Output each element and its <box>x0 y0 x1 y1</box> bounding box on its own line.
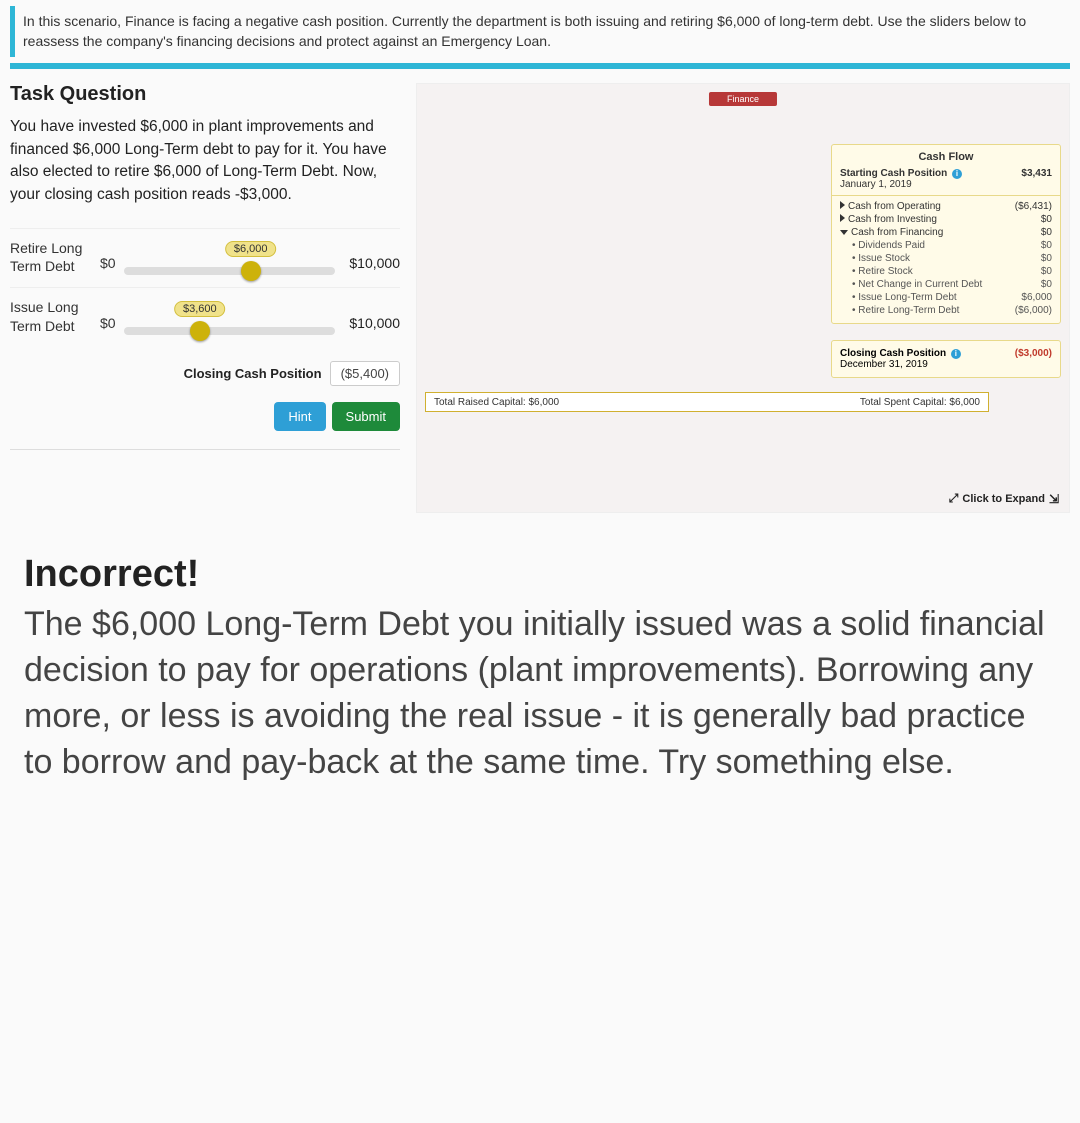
retire-max: $10,000 <box>349 255 400 275</box>
cf-sub0-v: $0 <box>1041 240 1052 251</box>
task-body: You have invested $6,000 in plant improv… <box>10 116 400 206</box>
cf-sub0-l: Dividends Paid <box>858 240 925 251</box>
issue-slider-label: Issue Long Term Debt <box>10 298 92 334</box>
cf-sub3-l: Net Change in Current Debt <box>858 279 982 290</box>
cf-sub2-v: $0 <box>1041 266 1052 277</box>
submit-button[interactable]: Submit <box>332 402 400 431</box>
cf-financing-label: Cash from Financing <box>851 227 943 238</box>
scenario-text: In this scenario, Finance is facing a ne… <box>23 12 1062 51</box>
retire-slider[interactable] <box>124 267 336 275</box>
feedback-heading: Incorrect! <box>24 553 1056 596</box>
retire-badge: $6,000 <box>225 241 277 257</box>
total-spent: Total Spent Capital: $6,000 <box>860 397 980 408</box>
close-value: ($3,000) <box>1015 348 1052 370</box>
cf-sub4-v: $6,000 <box>1021 292 1052 303</box>
scenario-banner: In this scenario, Finance is facing a ne… <box>10 6 1070 57</box>
expand-icon: ⤢ <box>949 491 959 506</box>
cf-sub4-l: Issue Long-Term Debt <box>858 292 956 303</box>
close-pos-label: Closing Cash Position <box>840 348 946 359</box>
expand-arrow-icon: ⇲ <box>1049 492 1059 506</box>
retire-slider-thumb[interactable] <box>241 261 261 281</box>
closing-cash-value: ($5,400) <box>330 361 400 386</box>
total-raised: Total Raised Capital: $6,000 <box>434 397 559 408</box>
finance-tab: Finance <box>709 92 777 106</box>
cf-sub5-v: ($6,000) <box>1015 305 1052 316</box>
retire-slider-block: Retire Long Term Debt $0 $6,000 $10,000 <box>10 228 400 287</box>
feedback-body: The $6,000 Long-Term Debt you initially … <box>24 602 1056 786</box>
expand-button[interactable]: ⤢ Click to Expand ⇲ <box>949 491 1059 506</box>
cf-sub1-l: Issue Stock <box>858 253 910 264</box>
cf-investing-value: $0 <box>1041 214 1052 225</box>
issue-max: $10,000 <box>349 315 400 335</box>
cf-financing-value: $0 <box>1041 227 1052 238</box>
divider <box>10 449 400 450</box>
start-date: January 1, 2019 <box>840 179 912 190</box>
close-date: December 31, 2019 <box>840 359 928 370</box>
issue-slider-thumb[interactable] <box>190 321 210 341</box>
cf-sub5-l: Retire Long-Term Debt <box>858 305 959 316</box>
expand-label: Click to Expand <box>962 493 1045 505</box>
issue-min: $0 <box>100 315 116 335</box>
caret-right-icon[interactable] <box>840 214 845 222</box>
cf-sub1-v: $0 <box>1041 253 1052 264</box>
issue-badge: $3,600 <box>174 301 226 317</box>
simulation-preview: Finance Cash Flow Starting Cash Position… <box>416 83 1070 513</box>
info-icon[interactable]: i <box>952 169 962 179</box>
issue-slider-block: Issue Long Term Debt $0 $3,600 $10,000 <box>10 287 400 346</box>
feedback-block: Incorrect! The $6,000 Long-Term Debt you… <box>24 553 1056 786</box>
cf-investing-label: Cash from Investing <box>848 214 937 225</box>
cash-flow-panel: Cash Flow Starting Cash Position i Janua… <box>831 144 1061 324</box>
cf-operating-label: Cash from Operating <box>848 201 941 212</box>
retire-slider-label: Retire Long Term Debt <box>10 239 92 275</box>
issue-slider[interactable] <box>124 327 336 335</box>
cash-flow-title: Cash Flow <box>840 151 1052 163</box>
cf-operating-value: ($6,431) <box>1015 201 1052 212</box>
info-icon[interactable]: i <box>951 349 961 359</box>
closing-cash-label: Closing Cash Position <box>184 366 322 381</box>
cf-sub2-l: Retire Stock <box>858 266 912 277</box>
start-value: $3,431 <box>1021 168 1052 190</box>
cf-sub3-v: $0 <box>1041 279 1052 290</box>
task-heading: Task Question <box>10 83 400 106</box>
closing-panel: Closing Cash Position i December 31, 201… <box>831 340 1061 378</box>
start-pos-label: Starting Cash Position <box>840 168 947 179</box>
caret-down-icon[interactable] <box>840 230 848 235</box>
totals-bar: Total Raised Capital: $6,000 Total Spent… <box>425 392 989 412</box>
hint-button[interactable]: Hint <box>274 402 325 431</box>
caret-right-icon[interactable] <box>840 201 845 209</box>
retire-min: $0 <box>100 255 116 275</box>
